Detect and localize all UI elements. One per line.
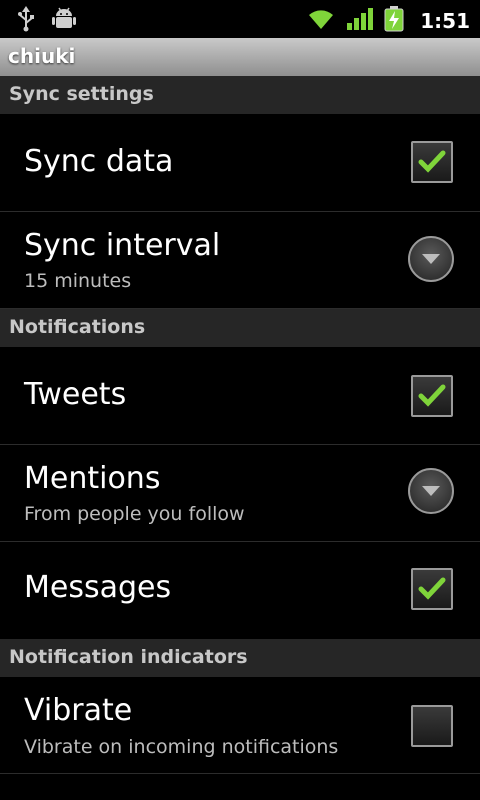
- pref-tweets[interactable]: Tweets: [0, 347, 480, 445]
- pref-title: Mentions: [24, 461, 161, 496]
- app-title: chiuki: [8, 44, 76, 68]
- pref-mentions[interactable]: Mentions From people you follow: [0, 445, 480, 542]
- pref-title: Sync interval: [24, 228, 221, 263]
- signal-icon: [346, 7, 374, 35]
- pref-title: Vibrate: [24, 693, 133, 728]
- battery-charging-icon: [384, 6, 404, 36]
- usb-icon: [16, 6, 36, 36]
- section-header-notification-indicators: Notification indicators: [0, 639, 480, 677]
- messages-checkbox[interactable]: [411, 568, 453, 610]
- wifi-icon: [306, 7, 336, 35]
- section-header-notifications: Notifications: [0, 309, 480, 347]
- pref-sync-data[interactable]: Sync data: [0, 114, 480, 212]
- clock: 1:51: [420, 9, 470, 33]
- pref-next-partial[interactable]: [0, 774, 480, 800]
- mentions-dropdown[interactable]: [408, 468, 454, 514]
- section-header-sync-settings: Sync settings: [0, 76, 480, 114]
- sync-interval-dropdown[interactable]: [408, 236, 454, 282]
- android-debug-icon: [52, 6, 76, 36]
- checkmark-icon: [418, 577, 446, 600]
- status-bar: 1:51: [0, 0, 480, 38]
- title-bar: chiuki: [0, 38, 480, 77]
- sync-data-checkbox[interactable]: [411, 141, 453, 183]
- pref-vibrate[interactable]: Vibrate Vibrate on incoming notification…: [0, 677, 480, 774]
- tweets-checkbox[interactable]: [411, 375, 453, 417]
- pref-summary: Vibrate on incoming notifications: [24, 736, 339, 758]
- pref-title: Sync data: [24, 144, 174, 179]
- checkmark-icon: [418, 384, 446, 407]
- pref-messages[interactable]: Messages: [0, 542, 480, 639]
- pref-title: Tweets: [24, 377, 127, 412]
- pref-title: Messages: [24, 570, 172, 605]
- pref-sync-interval[interactable]: Sync interval 15 minutes: [0, 212, 480, 309]
- chevron-down-icon: [422, 254, 440, 264]
- checkmark-icon: [418, 150, 446, 173]
- pref-summary: From people you follow: [24, 503, 245, 525]
- vibrate-checkbox[interactable]: [411, 705, 453, 747]
- chevron-down-icon: [422, 486, 440, 496]
- pref-summary: 15 minutes: [24, 270, 132, 292]
